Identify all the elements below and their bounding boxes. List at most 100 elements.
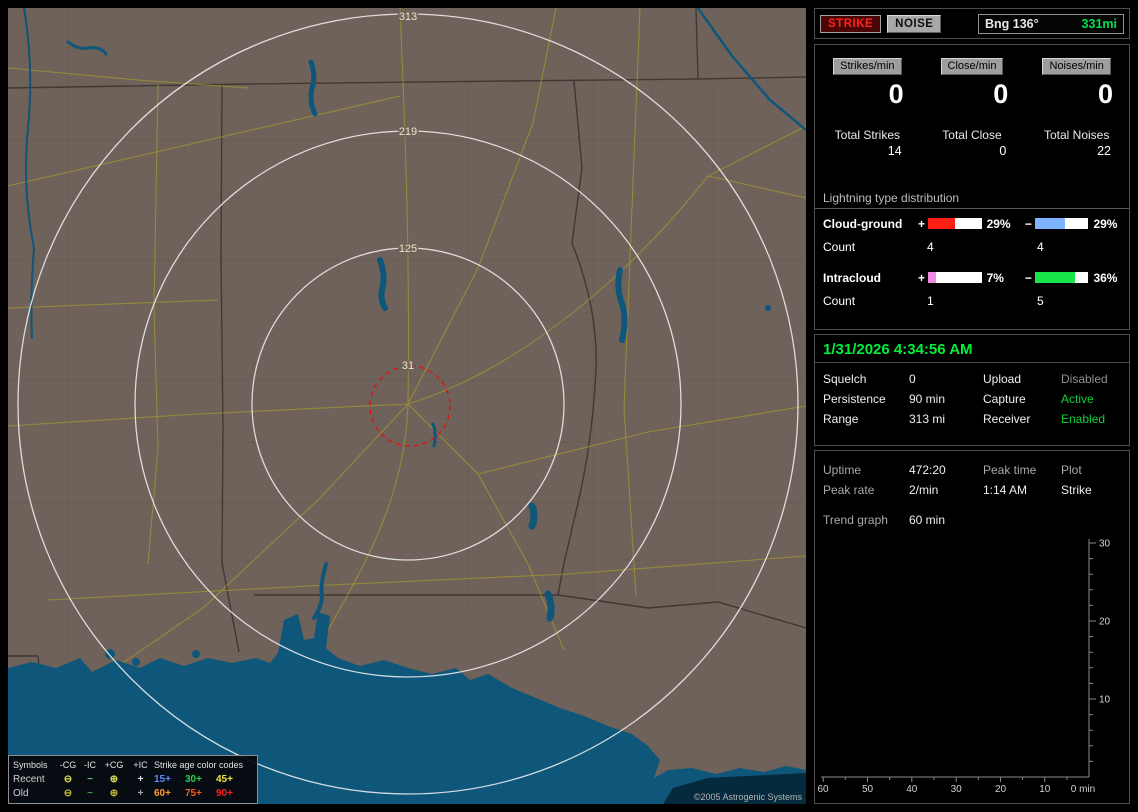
ic-minus-count: 5 [1037, 294, 1044, 308]
plot-value: Strike [1061, 483, 1092, 497]
totals-values-row: 14 0 22 [815, 144, 1129, 158]
legend-old-label: Old [13, 787, 29, 799]
noise-button[interactable]: NOISE [887, 14, 942, 33]
legend-col-pcg: +CG [104, 760, 124, 770]
x-tick-50: 50 [862, 784, 874, 795]
cg-minus-bar [1034, 218, 1089, 229]
map-svg: 313 219 125 31 [8, 8, 806, 804]
peak-time-label: Peak time [983, 463, 1037, 477]
legend-symbols-header: Symbols [13, 760, 48, 770]
distribution-title: Lightning type distribution [815, 191, 1129, 209]
plus-sign: + [918, 216, 926, 231]
total-strikes-value: 14 [887, 144, 902, 158]
close-per-min-badge: Close/min [940, 58, 1004, 75]
legend-recent-label: Recent [13, 773, 45, 785]
plus-sign: + [918, 270, 926, 285]
ic-plus-count: 1 [927, 294, 934, 308]
legend-old-row: Old ⊖ − ⊕ + 60+ 75+ 90+ [13, 786, 253, 800]
panel-header: STRIKE NOISE Bng 136° 331mi [814, 8, 1130, 39]
y-tick-10: 10 [1099, 695, 1111, 706]
upload-label: Upload [983, 372, 1022, 386]
bearing-box: Bng 136° 331mi [978, 13, 1124, 34]
neg-cg-old-icon: ⊖ [63, 787, 73, 799]
neg-ic-recent-icon: − [87, 773, 93, 785]
cg-count-label: Count [823, 240, 856, 254]
total-strikes-label: Total Strikes [834, 128, 900, 142]
total-noises-value: 22 [1097, 144, 1111, 158]
map-legend: Symbols -CG -IC +CG +IC Strike age color… [8, 755, 258, 804]
total-noises-label: Total Noises [1043, 128, 1110, 142]
ic-plus-bar [927, 272, 982, 283]
cloud-ground-label: Cloud-ground [823, 216, 903, 231]
x-tick-40: 40 [906, 784, 918, 795]
close-per-min-value: 0 [993, 79, 1009, 109]
age-90: 90+ [216, 787, 233, 799]
noises-per-min-badge: Noises/min [1042, 58, 1111, 75]
legend-recent-row: Recent ⊖ − ⊕ + 15+ 30+ 45+ [13, 772, 253, 786]
strike-button[interactable]: STRIKE [820, 14, 882, 33]
squelch-label: Squelch [823, 372, 867, 386]
status-rows: Squelch 0 Upload Disabled Persistence 90… [815, 369, 1129, 429]
cg-plus-pct: 29% [986, 216, 1011, 231]
info-section: Uptime 472:20 Peak time Plot Peak rate 2… [814, 450, 1130, 804]
trend-graph: 30 20 10 60 50 40 30 20 10 0 min [817, 539, 1111, 796]
status-row: Range 313 mi Receiver Enabled [815, 409, 1129, 429]
legend-col-nic: -IC [84, 760, 96, 770]
y-tick-30: 30 [1099, 539, 1111, 550]
peak-rate-label: Peak rate [823, 483, 875, 497]
uptime-label: Uptime [823, 463, 862, 477]
age-15: 15+ [154, 773, 171, 785]
cg-minus-count: 4 [1037, 240, 1044, 254]
ic-count-label: Count [823, 294, 856, 308]
age-60: 60+ [154, 787, 171, 799]
ic-minus-bar-fill [1034, 272, 1075, 283]
rate-values-row: 0 0 0 [815, 80, 1129, 108]
cg-count-row: Count 4 4 [815, 240, 1129, 255]
info-row: Uptime 472:20 Peak time Plot [815, 460, 1129, 480]
intracloud-label: Intracloud [823, 270, 882, 285]
legend-header-row: Symbols -CG -IC +CG +IC Strike age color… [13, 758, 253, 772]
status-row: Squelch 0 Upload Disabled [815, 369, 1129, 389]
upload-value: Disabled [1061, 372, 1108, 386]
trend-graph-label: Trend graph [823, 513, 888, 527]
strikes-per-min-value: 0 [888, 79, 904, 109]
ic-count-row: Count 1 5 [815, 294, 1129, 309]
peak-rate-value: 2/min [909, 483, 939, 497]
legend-col-pic: +IC [133, 760, 148, 770]
x-tick-30: 30 [951, 784, 963, 795]
totals-labels-row: Total Strikes Total Close Total Noises [815, 128, 1129, 142]
pos-ic-recent-icon: + [137, 773, 144, 785]
cg-plus-bar-fill [927, 218, 955, 229]
plot-label: Plot [1061, 463, 1082, 477]
capture-value: Active [1061, 392, 1094, 406]
map-canvas[interactable]: 313 219 125 31 Symbols -CG -IC +CG +IC S… [8, 8, 806, 804]
receiver-value: Enabled [1061, 412, 1106, 426]
pos-ic-old-icon: + [137, 787, 144, 799]
trend-axes [821, 539, 1090, 778]
y-major-ticks [1089, 542, 1096, 700]
capture-label: Capture [983, 392, 1026, 406]
y-minor-ticks [1089, 558, 1093, 762]
info-row: Peak rate 2/min 1:14 AM Strike [815, 480, 1129, 500]
y-tick-20: 20 [1099, 617, 1111, 628]
uptime-value: 472:20 [909, 463, 946, 477]
cg-plus-bar [927, 218, 982, 229]
x-tick-20: 20 [995, 784, 1007, 795]
cg-minus-pct: 29% [1093, 216, 1118, 231]
legend-col-ncg: -CG [59, 760, 77, 770]
ring-label-125: 125 [399, 243, 417, 255]
neg-ic-old-icon: − [87, 787, 93, 799]
x-tick-0min: 0 min [1071, 784, 1095, 795]
cg-minus-bar-fill [1034, 218, 1066, 229]
persistence-label: Persistence [823, 392, 886, 406]
ring-label-219: 219 [399, 126, 417, 138]
pos-cg-old-icon: ⊕ [109, 787, 119, 799]
ic-minus-pct: 36% [1093, 270, 1118, 285]
peak-time-value: 1:14 AM [983, 483, 1028, 497]
legend-age-header: Strike age color codes [154, 760, 244, 770]
pos-cg-recent-icon: ⊕ [109, 773, 119, 785]
status-row: Persistence 90 min Capture Active [815, 389, 1129, 409]
total-close-label: Total Close [942, 128, 1002, 142]
ic-plus-bar-fill [927, 272, 936, 283]
copyright-text: ©2005 Astrogenic Systems [693, 792, 802, 802]
